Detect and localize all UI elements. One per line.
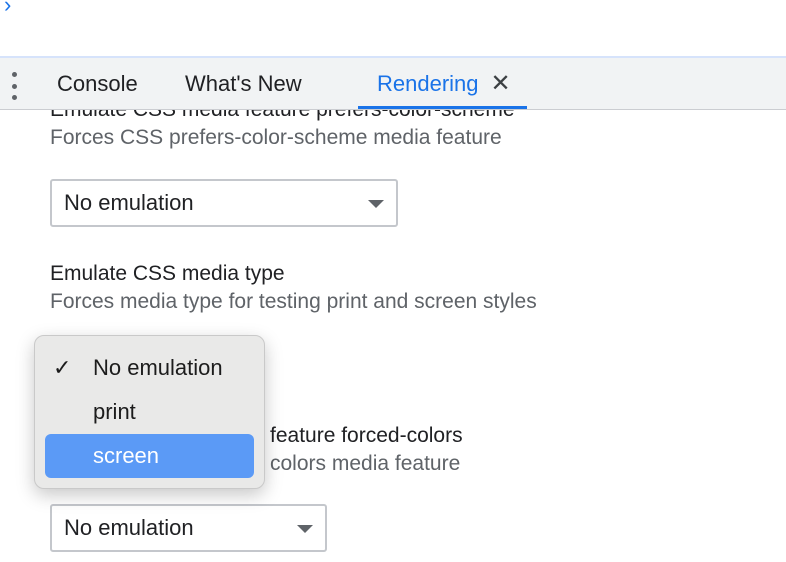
select-value: No emulation: [64, 515, 194, 540]
setting-description: Forces CSS prefers-color-scheme media fe…: [50, 126, 502, 149]
drawer-tab-strip: Console What's New Rendering ✕: [0, 56, 786, 110]
option-screen[interactable]: screen: [45, 434, 254, 478]
setting-forced-colors: feature forced-colors colors media featu…: [270, 422, 750, 478]
chevron-down-icon: [297, 525, 313, 533]
option-print[interactable]: print: [45, 390, 254, 434]
chevron-down-icon: [368, 200, 384, 208]
media-type-dropdown-menu: ✓ No emulation print screen: [34, 335, 265, 489]
tab-rendering[interactable]: Rendering ✕: [358, 58, 527, 109]
setting-description: colors media feature: [270, 452, 461, 475]
setting-media-type: Emulate CSS media type Forces media type…: [50, 260, 750, 316]
devtools-window: › Console What's New Rendering ✕ Emulate …: [0, 0, 786, 562]
more-options-icon[interactable]: [8, 72, 20, 100]
prompt-chevron-icon: ›: [4, 0, 12, 17]
tab-rendering-label: Rendering: [377, 71, 479, 96]
console-prompt-area[interactable]: ›: [0, 0, 786, 56]
setting-title: Emulate CSS media type: [50, 262, 285, 285]
close-icon[interactable]: ✕: [491, 58, 511, 110]
setting-title: Emulate CSS media feature prefers-color-…: [50, 110, 750, 124]
setting-description: Forces media type for testing print and …: [50, 290, 537, 313]
tab-console[interactable]: Console: [57, 58, 138, 110]
option-no-emulation[interactable]: ✓ No emulation: [45, 346, 254, 390]
option-label: screen: [93, 443, 160, 468]
tab-whats-new[interactable]: What's New: [185, 58, 302, 110]
checkmark-icon: ✓: [53, 355, 72, 380]
select-value: No emulation: [64, 190, 194, 215]
forced-colors-select[interactable]: No emulation: [50, 504, 327, 552]
setting-title: feature forced-colors: [270, 424, 463, 447]
option-label: print: [93, 399, 136, 424]
color-scheme-select[interactable]: No emulation: [50, 179, 398, 227]
setting-color-scheme: Emulate CSS media feature prefers-color-…: [50, 110, 750, 152]
option-label: No emulation: [93, 355, 223, 380]
